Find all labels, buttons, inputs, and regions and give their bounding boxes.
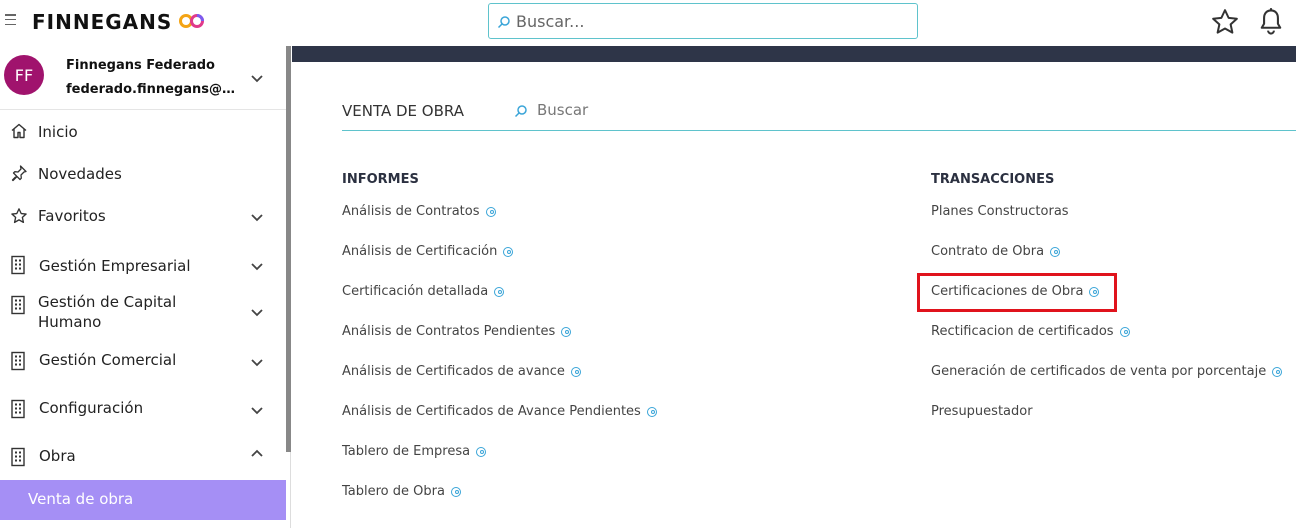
link-label[interactable]: Análisis de Certificados de Avance Pendi…	[342, 404, 641, 419]
link-label[interactable]: Planes Constructoras	[931, 204, 1069, 219]
transaccion-link[interactable]: Generación de certificados de venta por …	[931, 364, 1283, 379]
link-label[interactable]: Contrato de Obra	[931, 244, 1044, 259]
link-label[interactable]: Análisis de Contratos Pendientes	[342, 324, 555, 339]
chevron-down-icon	[251, 263, 263, 271]
chevron-down-icon	[251, 309, 263, 317]
section-title: VENTA DE OBRA	[342, 102, 464, 120]
informe-link[interactable]: Análisis de Contratos	[342, 204, 496, 219]
building-icon	[11, 399, 25, 419]
informe-link[interactable]: Análisis de Contratos Pendientes	[342, 324, 572, 339]
user-profile[interactable]: FF Finnegans Federado federado.finnegans…	[0, 46, 286, 110]
building-icon	[11, 351, 25, 371]
informe-link[interactable]: Tablero de Obra	[342, 484, 461, 499]
section-search-input[interactable]	[537, 99, 837, 121]
header-band	[292, 46, 1296, 62]
highlight-box	[917, 273, 1117, 312]
notifications-bell-icon[interactable]	[1257, 7, 1285, 37]
sidebar-item-label: Gestión de Capital Humano	[38, 293, 177, 331]
link-label[interactable]: Análisis de Certificación	[342, 244, 497, 259]
informe-link[interactable]: Análisis de Certificados de avance	[342, 364, 581, 379]
building-icon	[11, 295, 25, 315]
building-icon	[11, 447, 25, 467]
sidebar-item-label: Configuración	[39, 399, 144, 417]
sidebar-item-label: Obra	[39, 447, 76, 465]
informe-link[interactable]: Tablero de Empresa	[342, 444, 487, 459]
informe-link[interactable]: Análisis de Certificación	[342, 244, 514, 259]
sidebar-item-label: Inicio	[38, 123, 78, 141]
sidebar-item-inicio[interactable]: Inicio	[0, 122, 286, 152]
hamburger-menu-icon[interactable]	[5, 14, 16, 25]
sidebar-item-label: Novedades	[38, 165, 122, 183]
link-label[interactable]: Análisis de Certificados de avance	[342, 364, 565, 379]
help-icon[interactable]	[561, 326, 572, 337]
help-icon[interactable]	[1272, 366, 1283, 377]
sidebar-subitem-venta-de-obra[interactable]: Venta de obra	[0, 480, 286, 520]
chevron-down-icon[interactable]	[250, 74, 264, 84]
user-name: Finnegans Federado	[66, 58, 215, 73]
search-icon	[497, 16, 510, 29]
avatar: FF	[4, 55, 44, 95]
app-logo[interactable]: FINNEGANS	[32, 10, 172, 34]
global-search-input[interactable]	[516, 10, 906, 32]
star-icon	[11, 208, 27, 224]
sidebar-item-gestion-comercial[interactable]: Gestión Comercial	[0, 350, 286, 380]
sidebar-item-label: Favoritos	[38, 207, 106, 225]
chevron-down-icon	[251, 214, 263, 222]
transaccion-link[interactable]: Planes Constructoras	[931, 204, 1069, 219]
sidebar-scrollbar[interactable]	[286, 46, 291, 452]
link-label[interactable]: Tablero de Obra	[342, 484, 445, 499]
informe-link[interactable]: Análisis de Certificados de Avance Pendi…	[342, 404, 657, 419]
link-label[interactable]: Presupuestador	[931, 404, 1033, 419]
help-icon[interactable]	[503, 246, 514, 257]
help-icon[interactable]	[570, 366, 581, 377]
global-search[interactable]	[488, 3, 918, 39]
pin-icon	[11, 165, 27, 182]
transaccion-link[interactable]: Rectificacion de certificados	[931, 324, 1130, 339]
sidebar-item-gestion-empresarial[interactable]: Gestión Empresarial	[0, 254, 286, 284]
link-label[interactable]: Rectificacion de certificados	[931, 324, 1114, 339]
sidebar: FF Finnegans Federado federado.finnegans…	[0, 46, 291, 528]
informe-link[interactable]: Certificación detallada	[342, 284, 505, 299]
help-icon[interactable]	[1119, 326, 1130, 337]
chevron-up-icon	[251, 449, 263, 457]
top-bar: FINNEGANS	[0, 0, 1296, 46]
link-label[interactable]: Análisis de Contratos	[342, 204, 480, 219]
sidebar-item-configuracion[interactable]: Configuración	[0, 398, 286, 428]
help-icon[interactable]	[646, 406, 657, 417]
chevron-down-icon	[251, 359, 263, 367]
sidebar-item-label: Gestión Empresarial	[39, 257, 191, 275]
sidebar-item-label: Gestión Comercial	[39, 351, 177, 369]
help-icon[interactable]	[476, 446, 487, 457]
sidebar-subitem-label: Venta de obra	[28, 490, 134, 508]
link-label[interactable]: Certificación detallada	[342, 284, 488, 299]
sidebar-item-obra[interactable]: Obra	[0, 446, 286, 476]
link-label[interactable]: Tablero de Empresa	[342, 444, 470, 459]
sidebar-item-gestion-capital-humano[interactable]: Gestión de Capital Humano	[0, 292, 286, 334]
help-icon[interactable]	[450, 486, 461, 497]
section-divider	[342, 130, 1296, 131]
favorites-star-icon[interactable]	[1210, 7, 1240, 37]
chevron-down-icon	[251, 407, 263, 415]
home-icon	[11, 123, 27, 139]
informes-heading: INFORMES	[342, 172, 419, 187]
link-label[interactable]: Generación de certificados de venta por …	[931, 364, 1266, 379]
building-icon	[11, 255, 25, 275]
help-icon[interactable]	[485, 206, 496, 217]
search-icon	[514, 105, 527, 118]
help-icon[interactable]	[1050, 246, 1061, 257]
transaccion-link[interactable]: Presupuestador	[931, 404, 1033, 419]
sidebar-item-favoritos[interactable]: Favoritos	[0, 206, 286, 236]
user-email: federado.finnegans@fin...	[66, 82, 236, 97]
transacciones-heading: TRANSACCIONES	[931, 172, 1055, 187]
logo-mark-icon	[179, 14, 204, 28]
sidebar-item-novedades[interactable]: Novedades	[0, 163, 286, 193]
help-icon[interactable]	[494, 286, 505, 297]
transaccion-link[interactable]: Contrato de Obra	[931, 244, 1061, 259]
